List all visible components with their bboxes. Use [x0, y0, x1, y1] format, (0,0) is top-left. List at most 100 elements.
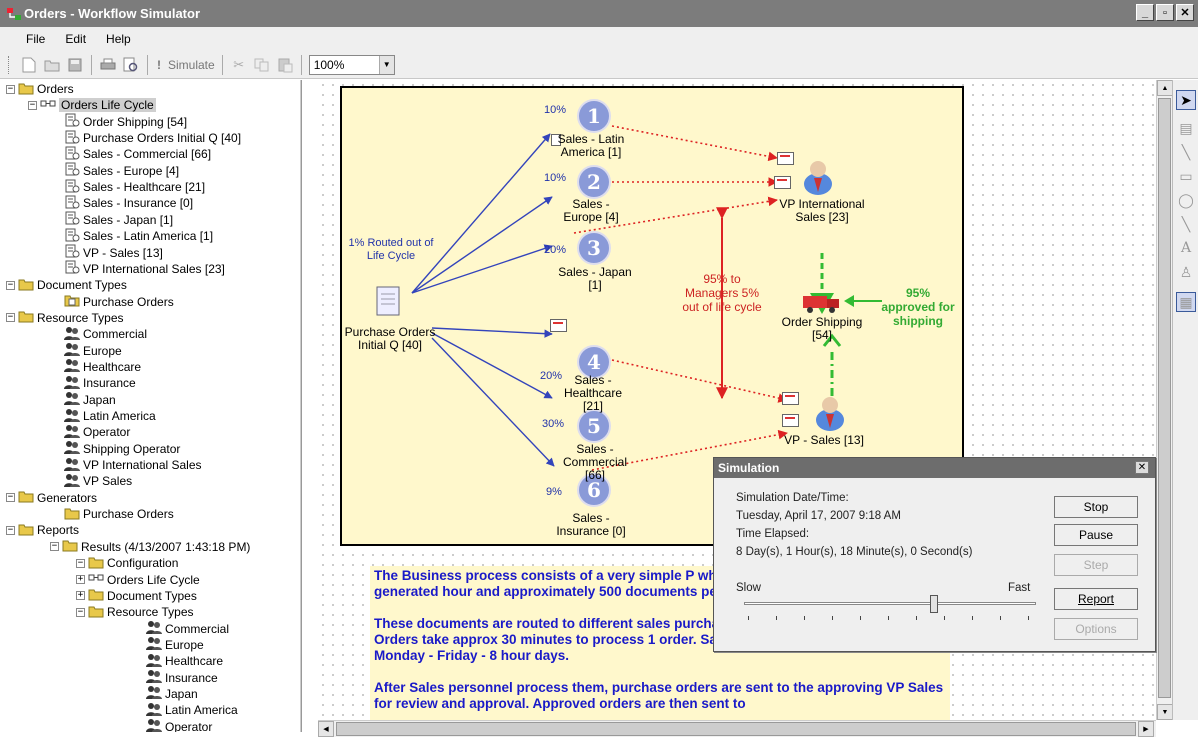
scroll-right-button[interactable]: ▶	[1138, 721, 1154, 737]
simulate-icon[interactable]: !	[155, 56, 163, 74]
connector-tool-icon[interactable]: ╲	[1176, 214, 1196, 234]
tree-item[interactable]: Sales - Commercial [66]	[64, 146, 211, 162]
expand-toggle[interactable]: −	[28, 100, 37, 110]
canvas-hscroll-thumb[interactable]	[336, 722, 1136, 736]
scroll-down-button[interactable]: ▼	[301, 716, 302, 732]
tree-item[interactable]: Insurance	[64, 375, 136, 391]
tree-item[interactable]: Japan	[146, 686, 198, 702]
text-tool-icon[interactable]: A	[1176, 238, 1196, 258]
paste-icon[interactable]	[276, 56, 294, 74]
tree-item[interactable]: + Orders Life Cycle	[76, 572, 200, 588]
expand-toggle[interactable]: −	[6, 84, 15, 94]
vp-sales-person-icon[interactable]	[812, 394, 848, 432]
expand-toggle[interactable]: +	[76, 575, 85, 584]
document-queue-icon[interactable]	[376, 286, 400, 316]
tree-item[interactable]: Sales - Europe [4]	[64, 162, 179, 179]
restore-button[interactable]: ▫	[1156, 4, 1174, 21]
tree-item[interactable]: Commercial	[146, 621, 229, 637]
scroll-down-button[interactable]: ▼	[1157, 704, 1173, 720]
tree-item[interactable]: − Reports	[6, 522, 79, 538]
vp-person-icon[interactable]	[800, 158, 836, 196]
scroll-up-button[interactable]: ▲	[1157, 80, 1173, 96]
scroll-left-button[interactable]: ◀	[318, 721, 334, 737]
tree-item[interactable]: Latin America	[64, 408, 156, 424]
stamp-tool-icon[interactable]: ♙	[1176, 262, 1196, 282]
cut-icon[interactable]: ✂	[230, 56, 248, 74]
new-icon[interactable]	[20, 56, 38, 74]
simulate-button[interactable]: Simulate	[168, 58, 215, 72]
tree-item[interactable]: Operator	[146, 719, 212, 732]
close-icon[interactable]: ✕	[1135, 461, 1149, 474]
tree-item[interactable]: Insurance	[146, 670, 218, 686]
expand-toggle[interactable]: −	[76, 558, 85, 568]
tree-item[interactable]: − Generators	[6, 490, 97, 506]
print-icon[interactable]	[99, 56, 117, 74]
tree-item[interactable]: − Resource Types	[76, 604, 194, 620]
expand-toggle[interactable]: −	[76, 607, 85, 617]
tree-item[interactable]: − Resource Types	[6, 310, 124, 326]
tree-item[interactable]: VP Sales	[64, 473, 132, 489]
tree-item[interactable]: + Document Types	[76, 588, 197, 604]
tree-item[interactable]: Purchase Orders Initial Q [40]	[64, 130, 241, 146]
ellipse-tool-icon[interactable]: ◯	[1176, 190, 1196, 210]
tree-item[interactable]: Sales - Insurance [0]	[64, 195, 193, 211]
pause-button[interactable]: Pause	[1054, 524, 1138, 546]
menu-help[interactable]: Help	[106, 32, 131, 46]
tree-item[interactable]: Order Shipping [54]	[64, 113, 187, 130]
expand-toggle[interactable]: −	[6, 313, 15, 323]
tree-scrollbar[interactable]: ▲ ▼	[300, 80, 302, 732]
tree-item[interactable]: Latin America	[146, 702, 238, 718]
grid-tool-icon[interactable]: ▦	[1176, 292, 1196, 312]
tree-item[interactable]: Europe	[64, 343, 122, 359]
chevron-down-icon[interactable]: ▼	[378, 55, 394, 74]
tree-item[interactable]: Commercial	[64, 326, 147, 342]
expand-toggle[interactable]: −	[50, 542, 59, 552]
tree-item[interactable]: Purchase Orders	[64, 294, 174, 310]
expand-toggle[interactable]: −	[6, 280, 15, 290]
tree-item[interactable]: Healthcare	[64, 359, 141, 375]
expand-toggle[interactable]: +	[76, 591, 85, 601]
report-button[interactable]: Report	[1054, 588, 1138, 610]
tree-item[interactable]: − Orders	[6, 81, 74, 97]
menu-file[interactable]: File	[26, 32, 45, 46]
tree-item[interactable]: VP International Sales [23]	[64, 260, 225, 277]
pointer-tool-icon[interactable]: ➤	[1176, 90, 1196, 110]
canvas-vscroll-thumb[interactable]	[1158, 98, 1171, 698]
tree-item[interactable]: − Configuration	[76, 555, 178, 571]
node-5-icon[interactable]: 5	[576, 408, 612, 444]
options-button[interactable]: Options	[1054, 618, 1138, 640]
canvas-horizontal-scrollbar[interactable]: ◀ ▶	[318, 720, 1156, 737]
tree-item[interactable]: VP - Sales [13]	[64, 244, 163, 261]
tree-item[interactable]: Shipping Operator	[64, 441, 180, 457]
zoom-select[interactable]: 100% ▼	[308, 54, 395, 75]
minimize-button[interactable]: _	[1136, 4, 1154, 21]
tree-item[interactable]: VP International Sales	[64, 457, 202, 473]
tree-item[interactable]: Purchase Orders	[64, 506, 174, 522]
speed-slider-thumb[interactable]	[929, 595, 938, 613]
stop-button[interactable]: Stop	[1054, 496, 1138, 518]
expand-toggle[interactable]: −	[6, 525, 15, 535]
canvas-vertical-scrollbar[interactable]: ▲ ▼	[1156, 80, 1173, 720]
tree-item[interactable]: − Document Types	[6, 277, 127, 293]
step-button[interactable]: Step	[1054, 554, 1138, 576]
copy-icon[interactable]	[253, 56, 271, 74]
tree-item[interactable]: Healthcare	[146, 653, 223, 669]
tree-item[interactable]: Operator	[64, 424, 130, 440]
scroll-up-button[interactable]: ▲	[301, 80, 302, 96]
node-3-icon[interactable]: 3	[576, 230, 612, 266]
truck-icon[interactable]	[802, 292, 842, 314]
node-1-icon[interactable]: 1	[576, 98, 612, 134]
save-icon[interactable]	[66, 56, 84, 74]
tree-item[interactable]: − Orders Life Cycle	[28, 97, 156, 113]
tree-item[interactable]: Sales - Healthcare [21]	[64, 179, 205, 195]
queue-tool-icon[interactable]: ▤	[1176, 118, 1196, 138]
tree-item[interactable]: − Results (4/13/2007 1:43:18 PM)	[50, 539, 250, 555]
open-icon[interactable]	[43, 56, 61, 74]
speed-slider-track[interactable]	[744, 602, 1036, 605]
print-preview-icon[interactable]	[122, 56, 140, 74]
expand-toggle[interactable]: −	[6, 493, 15, 503]
tree-item[interactable]: Japan	[64, 392, 116, 408]
tree-item[interactable]: Europe	[146, 637, 204, 653]
close-button[interactable]: ✕	[1176, 4, 1194, 21]
toolbar-grip[interactable]	[8, 55, 11, 74]
